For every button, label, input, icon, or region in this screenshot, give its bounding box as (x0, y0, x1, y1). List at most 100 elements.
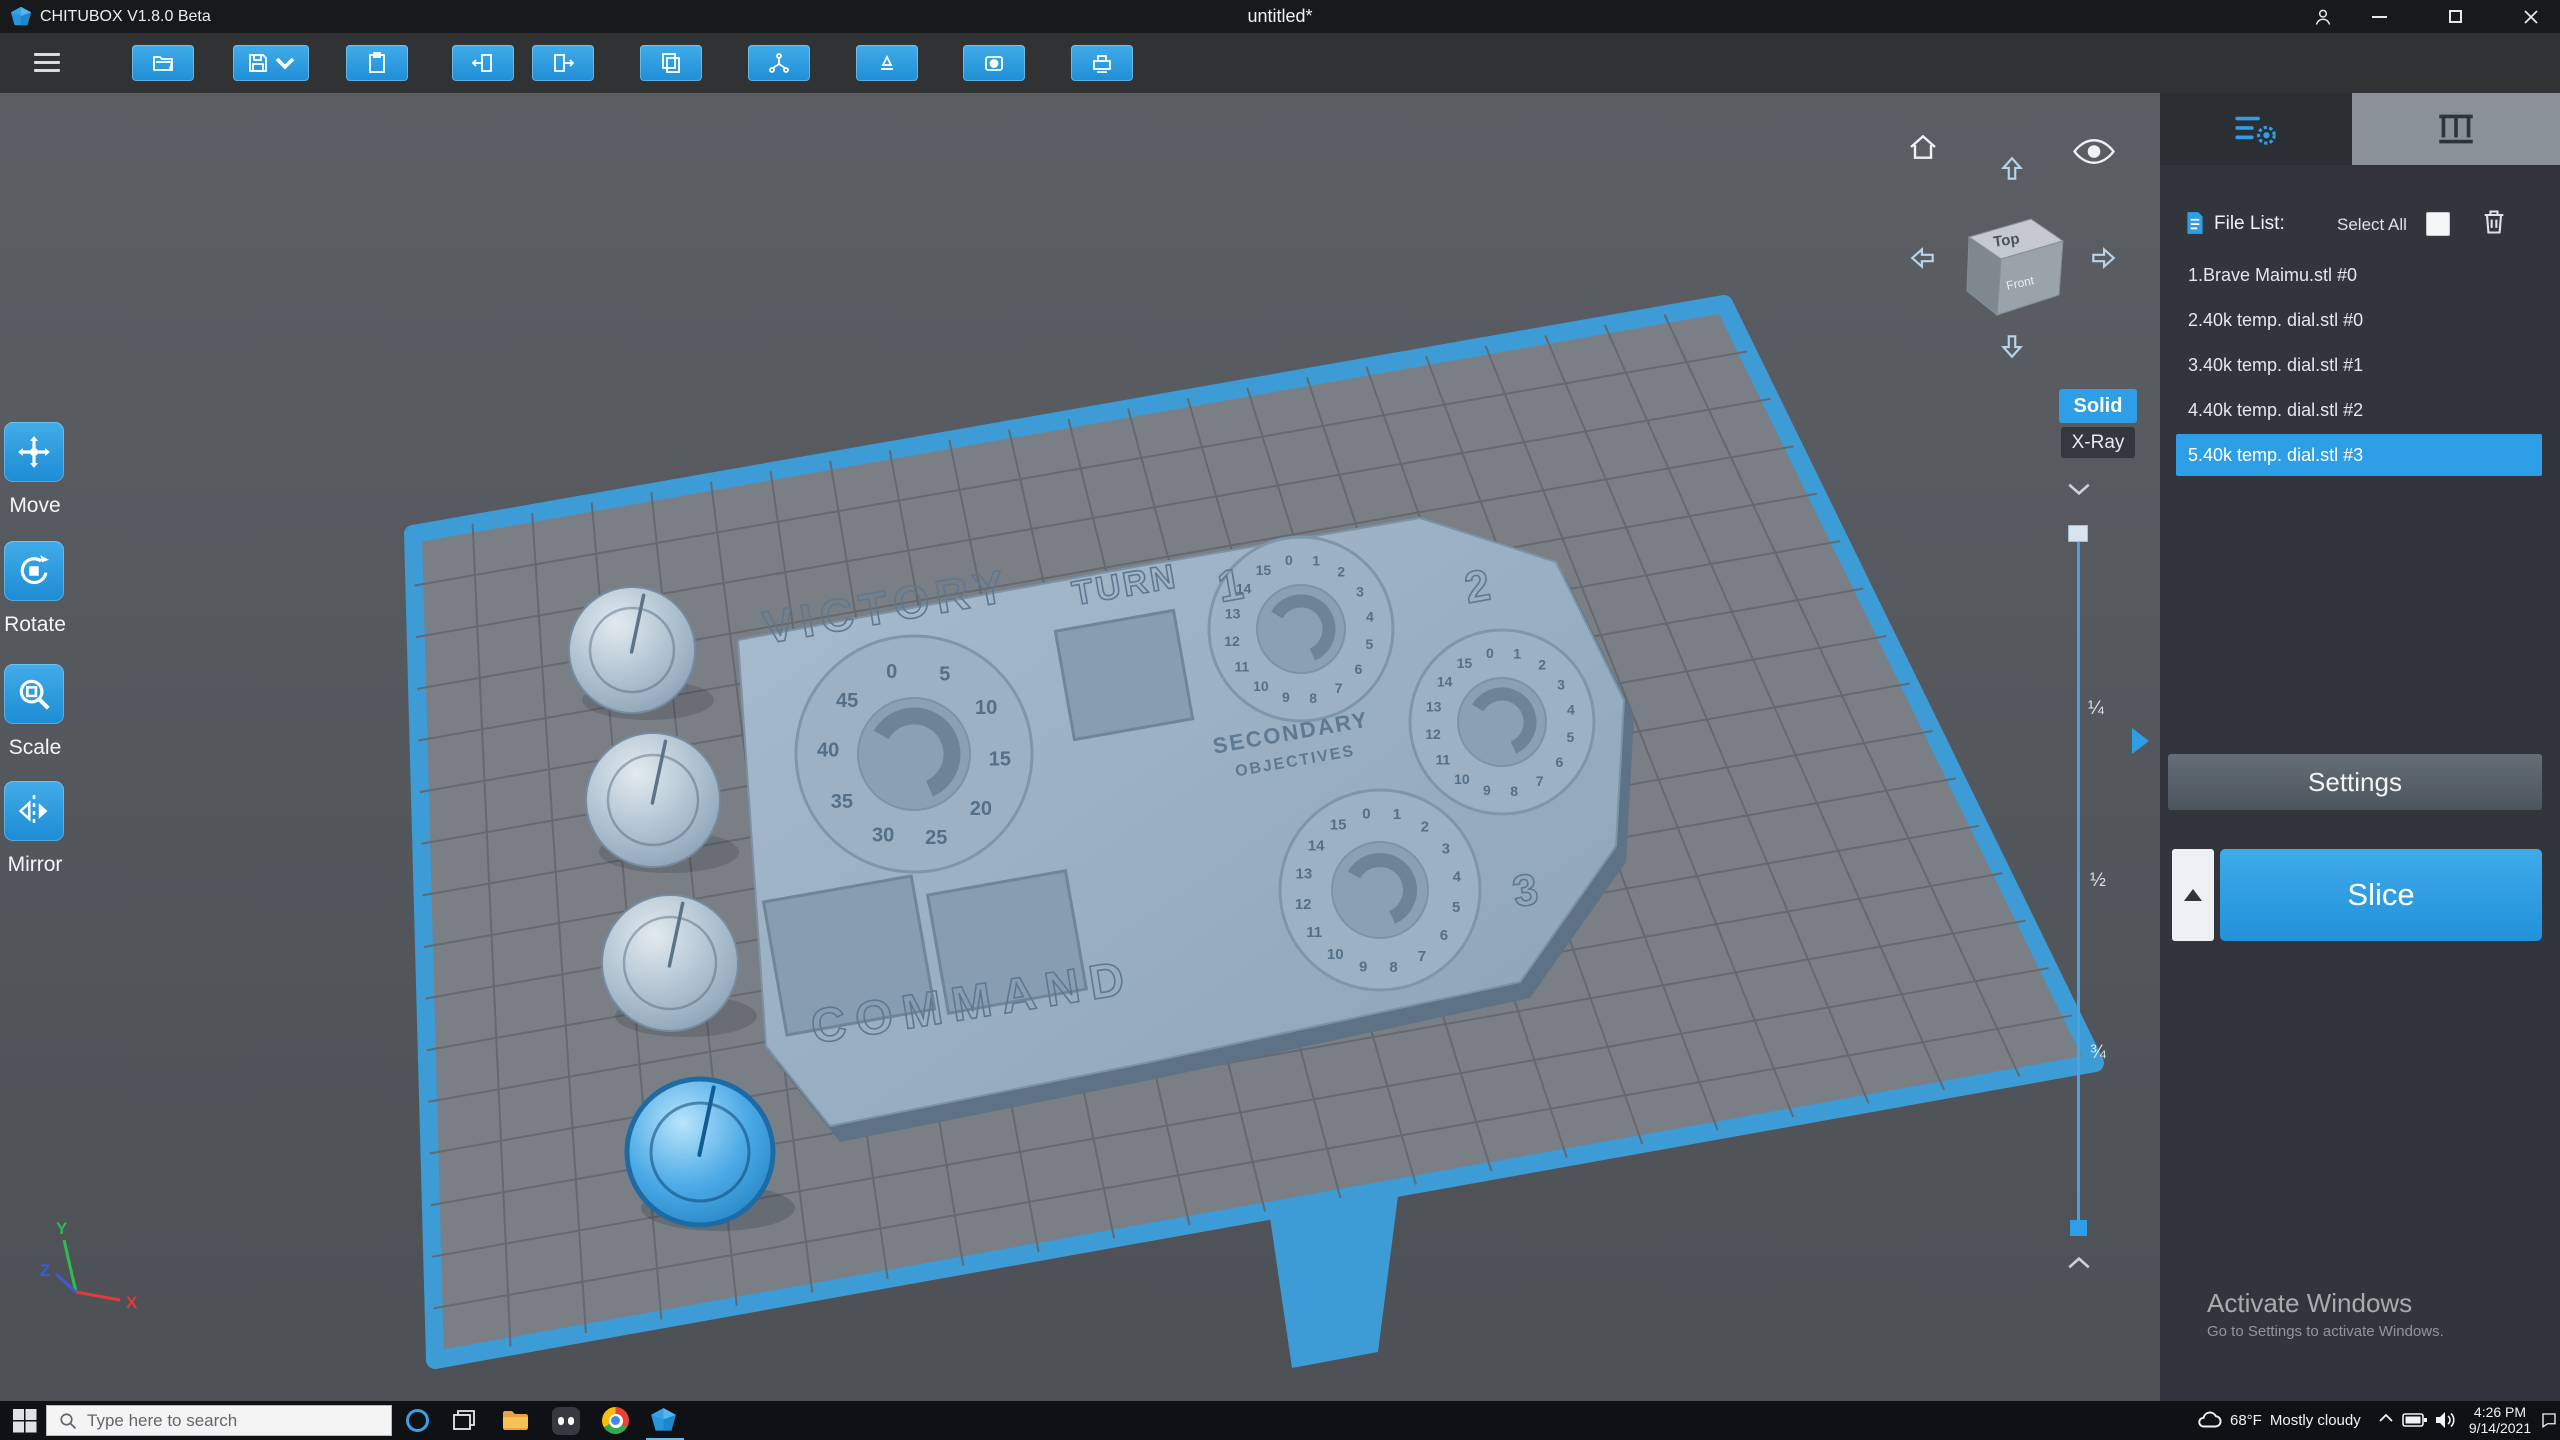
move-tool-label: Move (0, 494, 70, 518)
tab-support[interactable] (2352, 93, 2560, 165)
maximize-button[interactable] (2432, 0, 2478, 33)
turn-dial-3 (1280, 790, 1480, 990)
export-model-button[interactable] (532, 45, 594, 81)
cloud-icon (2196, 1407, 2222, 1433)
weather-condition: Mostly cloudy (2270, 1412, 2361, 1429)
svg-text:12: 12 (1295, 896, 1312, 913)
rotate-view-down-button[interactable] (1997, 332, 2027, 360)
select-all-checkbox[interactable] (2426, 212, 2450, 236)
rotate-view-left-button[interactable] (1909, 243, 1937, 273)
action-center-button[interactable] (2540, 1411, 2558, 1429)
cortana-button[interactable] (404, 1407, 431, 1434)
taskbar-search[interactable] (46, 1405, 392, 1436)
main-menu-button[interactable] (34, 53, 60, 75)
task-view-button[interactable] (452, 1409, 476, 1433)
user-account-button[interactable] (2300, 0, 2346, 33)
weather-temp: 68°F (2230, 1412, 2262, 1429)
mirror-tool-button[interactable] (4, 781, 64, 841)
open-file-button[interactable] (132, 45, 194, 81)
board-recess-square (1055, 610, 1192, 739)
import-model-button[interactable] (452, 45, 514, 81)
svg-text:4: 4 (1366, 609, 1374, 625)
chrome-button[interactable] (602, 1407, 629, 1434)
svg-text:7: 7 (1335, 680, 1343, 696)
view-cube[interactable]: Top Front (1955, 203, 2075, 323)
rotate-tool-button[interactable] (4, 541, 64, 601)
discord-button[interactable] (552, 1407, 580, 1435)
svg-text:15: 15 (989, 749, 1011, 771)
svg-text:14: 14 (1236, 581, 1252, 597)
user-icon (2313, 7, 2333, 27)
svg-text:1: 1 (1393, 806, 1401, 823)
visibility-button[interactable] (2073, 138, 2115, 165)
file-name: 5.40k temp. dial.stl #3 (2188, 445, 2363, 466)
svg-text:0: 0 (1285, 552, 1293, 568)
screenshot-button[interactable] (963, 45, 1025, 81)
svg-text:13: 13 (1426, 699, 1442, 715)
copy-button[interactable] (640, 45, 702, 81)
clip-slider-collapse-button[interactable] (2066, 482, 2092, 496)
svg-text:35: 35 (831, 791, 853, 813)
search-input[interactable] (87, 1411, 367, 1431)
volume-status[interactable] (2434, 1410, 2458, 1430)
activate-windows-subtitle: Go to Settings to activate Windows. (2207, 1323, 2444, 1340)
slice-stepper[interactable] (2172, 849, 2214, 941)
minimize-button[interactable] (2356, 0, 2402, 33)
settings-button[interactable]: Settings (2168, 754, 2542, 810)
panel-toggle-arrow[interactable] (2132, 728, 2149, 754)
file-list-item[interactable]: 1.Brave Maimu.stl #0 (2170, 254, 2552, 296)
file-list-label: File List: (2214, 213, 2285, 235)
clipboard-button[interactable] (346, 45, 408, 81)
tray-overflow-button[interactable] (2378, 1413, 2394, 1423)
copy-icon (659, 51, 683, 75)
file-explorer-button[interactable] (502, 1408, 528, 1432)
svg-text:11: 11 (1235, 659, 1250, 675)
file-list-item[interactable]: 2.40k temp. dial.stl #0 (2170, 299, 2552, 341)
import-model-icon (471, 51, 495, 75)
render-mode-xray-button[interactable]: X-Ray (2061, 427, 2135, 458)
svg-text:6: 6 (1440, 927, 1448, 944)
svg-text:3: 3 (1557, 676, 1565, 692)
slice-button[interactable]: Slice (2220, 849, 2542, 941)
file-list-item[interactable]: 4.40k temp. dial.stl #2 (2170, 389, 2552, 431)
cortana-icon (404, 1407, 431, 1434)
close-button[interactable] (2508, 0, 2554, 33)
delete-files-button[interactable] (2480, 208, 2508, 236)
clip-slider-track[interactable] (2077, 532, 2080, 1224)
save-button[interactable] (233, 45, 309, 81)
chitubox-taskbar-button[interactable] (650, 1407, 677, 1434)
move-tool-button[interactable] (4, 422, 64, 482)
weather-widget[interactable]: 68°F Mostly cloudy (2196, 1407, 2361, 1433)
view-cube-top-label: Top (1992, 230, 2020, 251)
scale-tool-button[interactable] (4, 664, 64, 724)
svg-text:6: 6 (1354, 661, 1362, 677)
home-view-button[interactable] (1906, 131, 1940, 163)
svg-text:10: 10 (1253, 678, 1269, 694)
rotate-view-right-button[interactable] (2089, 243, 2117, 273)
tab-file-settings[interactable] (2160, 93, 2352, 165)
support-structure-icon (2433, 110, 2479, 148)
trash-icon (2480, 208, 2508, 236)
clip-slider-expand-button[interactable] (2066, 1256, 2092, 1270)
start-button[interactable] (12, 1408, 37, 1433)
file-list-item[interactable]: 3.40k temp. dial.stl #1 (2170, 344, 2552, 386)
svg-text:1: 1 (1312, 553, 1320, 569)
clock-time: 4:26 PM (2462, 1404, 2538, 1420)
file-list-item-selected[interactable]: 5.40k temp. dial.stl #3 (2176, 434, 2542, 476)
battery-status[interactable] (2402, 1410, 2428, 1430)
svg-text:5: 5 (1452, 899, 1460, 916)
svg-text:13: 13 (1296, 865, 1313, 882)
svg-text:8: 8 (1389, 959, 1397, 976)
clip-slider-handle[interactable] (2068, 525, 2088, 542)
taskbar-clock[interactable]: 4:26 PM 9/14/2021 (2462, 1404, 2538, 1436)
svg-text:11: 11 (1306, 924, 1322, 941)
render-mode-solid-button[interactable]: Solid (2059, 389, 2137, 423)
title-bar: CHITUBOX V1.8.0 Beta untitled* (0, 0, 2560, 33)
clip-slider-half-label: ½ (2090, 870, 2106, 892)
eject-button[interactable] (856, 45, 918, 81)
chitubox-icon (650, 1407, 677, 1434)
print-platform-button[interactable] (1071, 45, 1133, 81)
clip-slider-end-handle[interactable] (2070, 1220, 2087, 1236)
support-button[interactable] (748, 45, 810, 81)
rotate-view-up-button[interactable] (1997, 155, 2027, 183)
